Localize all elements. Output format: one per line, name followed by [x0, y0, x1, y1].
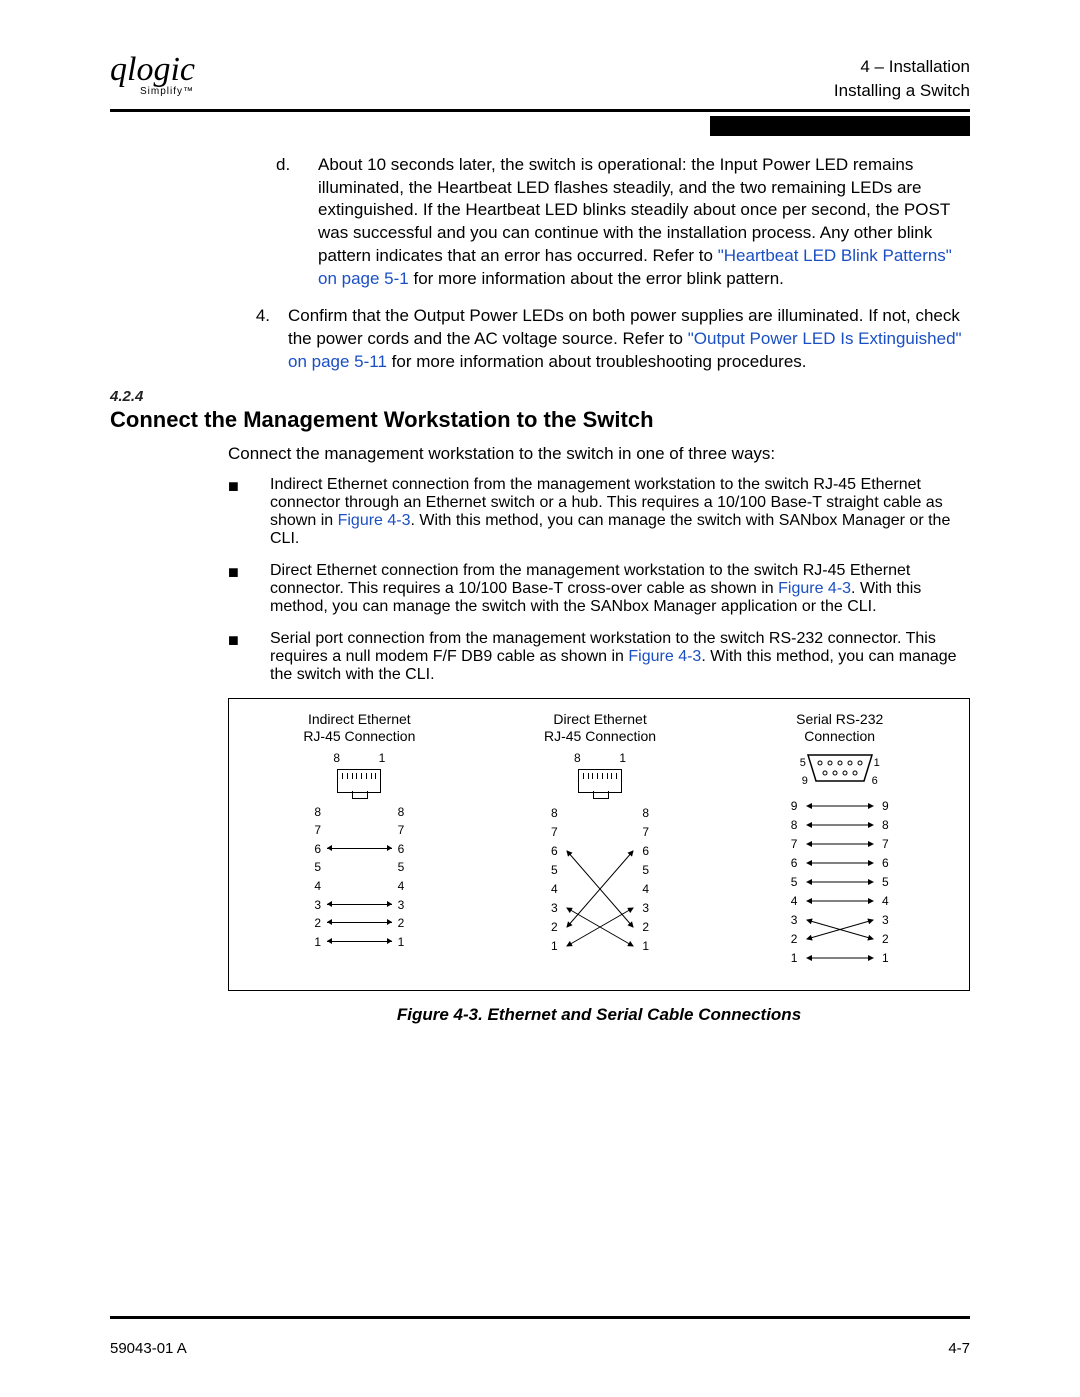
fig-col-title1: Serial RS-232 — [796, 711, 883, 727]
link-figure-4-3[interactable]: Figure 4-3 — [778, 580, 851, 597]
rj45-connector-icon — [337, 769, 381, 793]
substep-d: d. About 10 seconds later, the switch is… — [270, 154, 970, 292]
fig-col-title2: RJ-45 Connection — [303, 728, 415, 744]
substep-content: About 10 seconds later, the switch is op… — [318, 154, 970, 292]
step-4: 4. Confirm that the Output Power LEDs on… — [228, 305, 970, 374]
brand-logo: qlogic Simplify™ — [110, 55, 195, 97]
step-text-post: for more information about troubleshooti… — [387, 352, 807, 371]
bullet-square-icon: ■ — [228, 562, 270, 616]
figure-caption: Figure 4-3. Ethernet and Serial Cable Co… — [228, 1005, 970, 1025]
footer-docnum: 59043-01 A — [110, 1340, 187, 1357]
logo-tagline: Simplify™ — [140, 86, 195, 97]
fig-col-title1: Direct Ethernet — [553, 711, 646, 727]
wiremap-serial: 99 88 77 66 55 44 33 22 11 — [785, 796, 895, 974]
logo-text: qlogic — [110, 55, 195, 86]
db9-connector-icon — [800, 751, 880, 787]
substep-text-post: for more information about the error bli… — [409, 269, 784, 288]
serial-lines-icon — [785, 796, 895, 974]
header-tab-block — [710, 116, 970, 136]
bullet-square-icon: ■ — [228, 476, 270, 548]
bullet-serial-port: ■ Serial port connection from the manage… — [228, 630, 970, 684]
footer-pagenum: 4-7 — [948, 1340, 970, 1357]
fig-col-serial: Serial RS-232 Connection 5 1 9 6 — [785, 711, 895, 974]
fig-col-direct: Direct Ethernet RJ-45 Connection 81 — [544, 711, 656, 974]
bullet-square-icon: ■ — [228, 630, 270, 684]
figure-4-3: Indirect Ethernet RJ-45 Connection 81 88… — [228, 698, 970, 991]
link-figure-4-3[interactable]: Figure 4-3 — [338, 512, 411, 529]
bullet-indirect-ethernet: ■ Indirect Ethernet connection from the … — [228, 476, 970, 548]
db9-labels: 5 1 9 6 — [800, 751, 880, 790]
link-figure-4-3[interactable]: Figure 4-3 — [628, 648, 701, 665]
fig-col-title1: Indirect Ethernet — [308, 711, 411, 727]
section-number: 4.2.4 — [110, 388, 970, 405]
section-intro: Connect the management workstation to th… — [228, 443, 970, 466]
rj45-pin-labels: 81 — [574, 751, 626, 765]
bullet-direct-ethernet: ■ Direct Ethernet connection from the ma… — [228, 562, 970, 616]
fig-col-title2: RJ-45 Connection — [544, 728, 656, 744]
fig-col-indirect: Indirect Ethernet RJ-45 Connection 81 88… — [303, 711, 415, 974]
fig-col-title2: Connection — [804, 728, 875, 744]
header-rule — [110, 109, 970, 112]
wiremap-direct: 88 77 66 55 44 33 22 11 — [545, 803, 655, 961]
header-location: 4 – Installation Installing a Switch — [834, 55, 970, 103]
step-content: Confirm that the Output Power LEDs on bo… — [288, 305, 970, 374]
footer-rule — [110, 1316, 970, 1319]
header-section: Installing a Switch — [834, 79, 970, 103]
section-title: Connect the Management Workstation to th… — [110, 407, 970, 433]
crossover-lines-icon — [545, 803, 655, 961]
rj45-connector-icon — [578, 769, 622, 793]
header-chapter: 4 – Installation — [834, 55, 970, 79]
rj45-pin-labels: 81 — [333, 751, 385, 765]
wiremap-indirect: 88 77 66 55 44 33 22 11 — [314, 803, 404, 952]
substep-marker: d. — [270, 154, 318, 292]
step-marker: 4. — [228, 305, 288, 374]
